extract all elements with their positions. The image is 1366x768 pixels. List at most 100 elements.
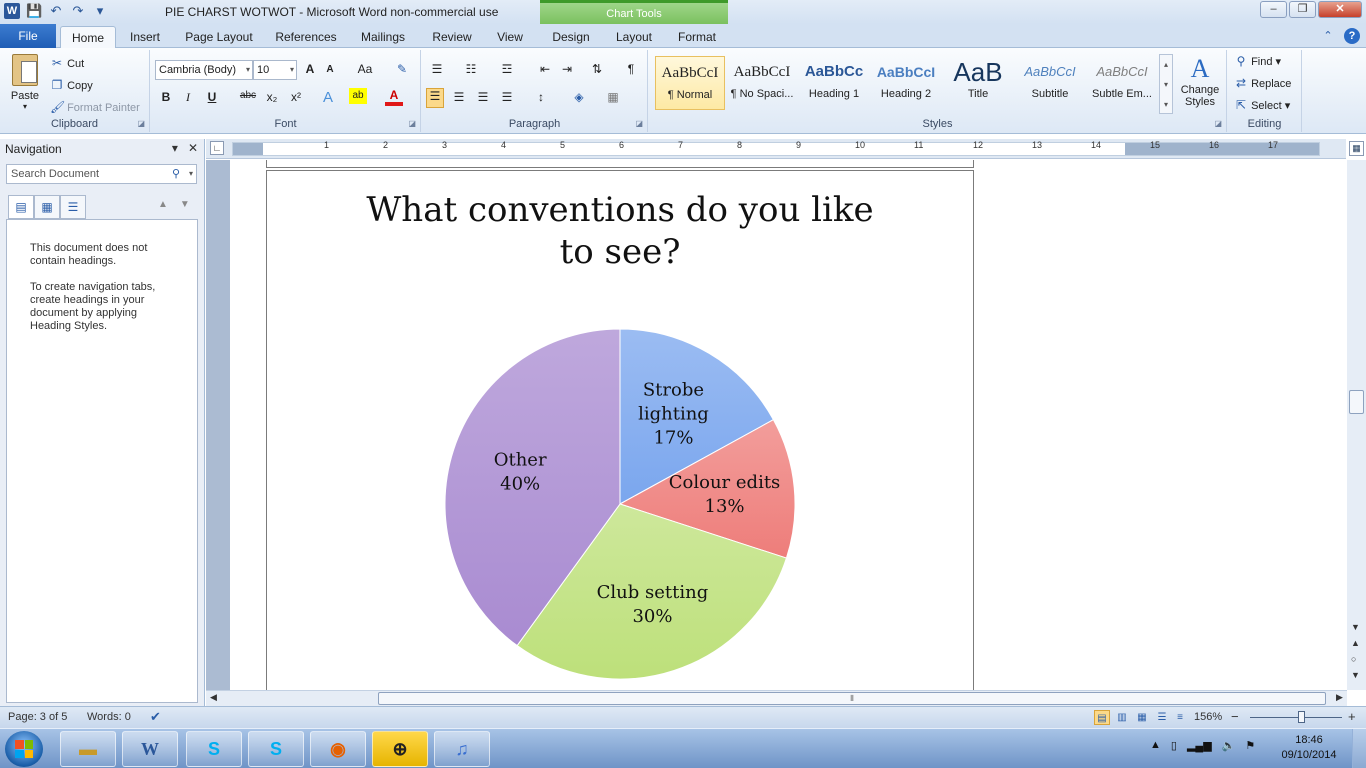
grow-font-icon[interactable]: A [301,62,319,76]
vertical-scroll-thumb[interactable] [1349,390,1364,414]
zoom-out-button[interactable]: − [1231,709,1239,724]
show-desktop-button[interactable] [1352,729,1366,768]
align-center-icon[interactable]: ☰ [450,90,468,104]
view-ruler-icon[interactable]: ▦ [1349,141,1364,156]
nav-prev-next[interactable]: ▲▼ [158,199,202,210]
tab-insert[interactable]: Insert [122,26,168,48]
tab-design[interactable]: Design [544,26,598,48]
redo-icon[interactable]: ↷ [70,3,86,19]
horizontal-scroll-thumb[interactable]: ⦀ [378,692,1326,705]
tab-references[interactable]: References [270,26,342,48]
copy-button[interactable]: ❐ Copy [50,78,93,92]
styles-scroll[interactable]: ▴ ▾ ▾ [1159,54,1173,114]
nav-menu-icon[interactable]: ▾ [172,141,178,155]
pilcrow-icon[interactable]: ¶ [622,62,640,76]
change-case-icon[interactable]: Aa [353,62,377,76]
web-layout-icon[interactable]: ▦ [1134,710,1150,725]
replace-button[interactable]: ⇄ Replace [1234,76,1291,90]
nav-close-icon[interactable]: ✕ [188,141,198,155]
scroll-down-icon[interactable]: ▼ [1351,622,1360,632]
full-screen-reading-icon[interactable]: ▥ [1114,710,1130,725]
subscript-icon[interactable]: x₂ [263,90,281,104]
multilevel-list-icon[interactable]: ☲ [498,62,516,76]
format-painter-button[interactable]: 🖌 Format Painter [50,100,140,114]
volume-icon[interactable]: 🔈 [1222,739,1236,752]
paste-button[interactable]: Paste ▾ [6,54,44,114]
align-left-icon[interactable]: ☰ [426,88,444,108]
chevron-down-icon[interactable]: ▾ [189,165,193,183]
network-icon[interactable]: ▂▄▆ [1187,739,1212,752]
tab-format[interactable]: Format [670,26,724,48]
decrease-indent-icon[interactable]: ⇤ [536,62,554,76]
select-button[interactable]: ⇱ Select ▾ [1234,98,1290,112]
skype-taskbar-icon[interactable]: S [186,731,242,767]
previous-page-icon[interactable]: ▲ [1351,638,1360,648]
bold-icon[interactable]: B [157,90,175,104]
highlight-icon[interactable]: ab [349,88,367,104]
tab-review[interactable]: Review [424,26,480,48]
word-taskbar-icon[interactable]: W [122,731,178,767]
skype-alt-taskbar-icon[interactable]: S [248,731,304,767]
horizontal-scrollbar[interactable]: ◀ ⦀ ▶ [206,690,1347,706]
styles-launcher-icon[interactable]: ◪ [1214,119,1222,128]
norton-taskbar-icon[interactable]: ⊕ [372,731,428,767]
browse-pages-tab[interactable]: ▦ [34,195,60,219]
cut-button[interactable]: ✂ Cut [50,56,84,70]
chart-title[interactable]: What conventions do you like to see? [355,189,885,273]
tab-home[interactable]: Home [60,26,116,48]
search-icon[interactable]: ⚲ [172,165,180,183]
help-icon[interactable]: ? [1344,28,1360,44]
close-button[interactable]: ✕ [1318,1,1362,18]
browse-object-icon[interactable]: ○ [1351,654,1356,664]
paragraph-launcher-icon[interactable]: ◪ [635,119,643,128]
vertical-scrollbar[interactable]: ▼ ▲ ○ ▼ [1347,160,1366,690]
search-document-input[interactable]: Search Document ⚲ ▾ [6,164,197,184]
firefox-taskbar-icon[interactable]: ◉ [310,731,366,767]
change-styles-button[interactable]: A Change Styles [1177,54,1223,108]
paste-dropdown-icon[interactable]: ▾ [6,102,44,111]
tab-mailings[interactable]: Mailings [352,26,414,48]
shading-icon[interactable]: ◈ [570,90,588,104]
system-clock[interactable]: 18:46 09/10/2014 [1278,733,1340,763]
scroll-left-icon[interactable]: ◀ [210,692,217,703]
zoom-level[interactable]: 156% [1194,711,1222,723]
superscript-icon[interactable]: x² [287,90,305,104]
minimize-ribbon-icon[interactable]: ⌃ [1320,28,1336,44]
text-effects-icon[interactable]: A [319,89,337,106]
page-count[interactable]: Page: 3 of 5 [8,711,67,723]
font-name-combo[interactable]: Cambria (Body) ▾ [155,60,253,80]
outline-view-icon[interactable]: ☰ [1154,710,1170,725]
borders-icon[interactable]: ▦ [604,90,622,104]
customize-qat-icon[interactable]: ▾ [92,3,108,19]
italic-icon[interactable]: I [179,90,197,105]
save-icon[interactable]: 💾 [26,3,42,19]
find-button[interactable]: ⚲ Find ▾ [1234,54,1281,68]
minimize-button[interactable]: – [1260,1,1287,18]
proofing-icon[interactable]: ✔ [150,709,161,725]
style-heading-1[interactable]: AaBbCc Heading 1 [799,56,869,110]
next-page-icon[interactable]: ▼ [1351,670,1360,680]
style-normal[interactable]: AaBbCcI ¶ Normal [655,56,725,110]
show-hidden-icons-icon[interactable]: ▲ [1150,739,1161,752]
browse-headings-tab[interactable]: ▤ [8,195,34,219]
print-layout-view-icon[interactable]: ▤ [1094,710,1110,725]
tab-selector-icon[interactable]: ∟ [210,141,224,155]
style-subtle-emphasis[interactable]: AaBbCcI Subtle Em... [1087,56,1157,110]
undo-icon[interactable]: ↶ [48,3,64,19]
tab-layout[interactable]: Layout [608,26,660,48]
zoom-slider-track[interactable] [1250,717,1342,718]
draft-view-icon[interactable]: ≡ [1172,710,1188,725]
style-subtitle[interactable]: AaBbCcI Subtitle [1015,56,1085,110]
clipboard-launcher-icon[interactable]: ◪ [137,119,145,128]
bullets-icon[interactable]: ☰ [428,62,446,76]
justify-icon[interactable]: ☰ [498,90,516,104]
tab-file[interactable]: File [0,24,56,48]
tab-page-layout[interactable]: Page Layout [178,26,260,48]
align-right-icon[interactable]: ☰ [474,90,492,104]
style-no-spacing[interactable]: AaBbCcI ¶ No Spaci... [727,56,797,110]
zoom-in-button[interactable]: + [1348,709,1356,724]
style-title[interactable]: AaB Title [943,56,1013,110]
numbering-icon[interactable]: ☷ [462,62,480,76]
pie-chart[interactable]: Strobe lighting 17%Colour edits 13%Club set… [376,320,846,690]
strikethrough-icon[interactable]: abc [237,90,259,101]
